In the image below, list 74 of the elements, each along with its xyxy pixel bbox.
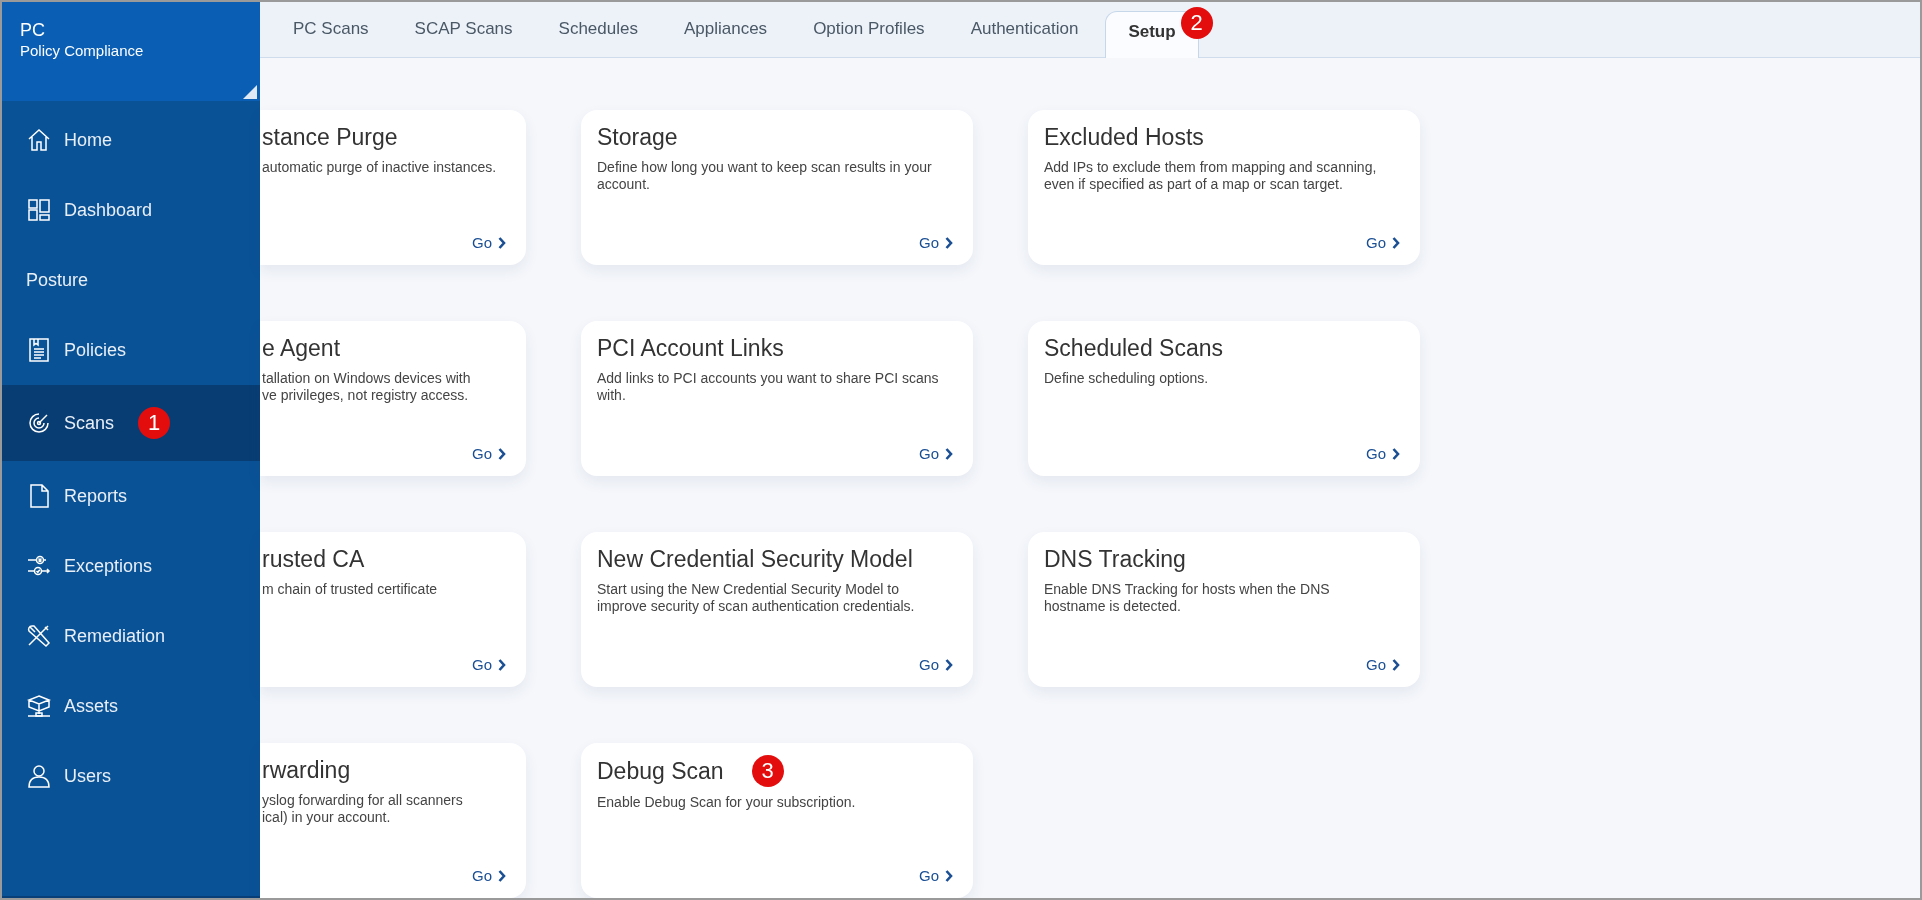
card-title: New Credential Security Model (597, 545, 913, 574)
tab[interactable]: Authentication (947, 7, 1102, 51)
card-title: DNS Tracking (1044, 545, 1186, 574)
chevron-right-icon (945, 447, 953, 460)
go-link[interactable]: Go (919, 445, 957, 462)
card-title: Debug Scan (597, 757, 724, 786)
app-name: Policy Compliance (20, 41, 145, 61)
chevron-right-icon (1392, 658, 1400, 671)
card-description: Add IPs to exclude them from mapping and scanning, even if specified as part of a map or scan target. (1044, 159, 1378, 194)
go-link[interactable]: Go (472, 867, 510, 884)
chevron-right-icon (1392, 236, 1400, 249)
go-link[interactable]: Go (919, 656, 957, 673)
go-link[interactable]: Go (1366, 656, 1404, 673)
app-code: PC (20, 19, 46, 41)
nav-item[interactable]: Scans 1 (2, 385, 260, 461)
nav-item[interactable]: Exceptions (2, 531, 260, 601)
app-header[interactable]: PC Policy Compliance (2, 2, 260, 101)
scans-icon (26, 410, 52, 436)
nav-item[interactable]: Dashboard (2, 175, 260, 245)
chevron-right-icon (498, 447, 506, 460)
chevron-right-icon (498, 658, 506, 671)
card-title: Storage (597, 123, 678, 152)
chevron-right-icon (498, 236, 506, 249)
card-description: Add links to PCI accounts you want to share PCI scans with. (597, 370, 940, 405)
card-description: tallation on Windows devices with ve privileges, not registry access. (262, 370, 472, 405)
card-description: Enable DNS Tracking for hosts when the DNS hostname is detected. (1044, 581, 1331, 616)
go-link[interactable]: Go (472, 445, 510, 462)
user-icon (26, 763, 52, 789)
number-badge: 2 (1180, 7, 1213, 39)
nav-item[interactable]: Policies (2, 315, 260, 385)
nav-item[interactable]: Assets (2, 671, 260, 741)
nav-item[interactable]: Users (2, 741, 260, 811)
card-description: yslog forwarding for all scanners ical) in your account. (262, 792, 464, 827)
home-icon (26, 127, 52, 153)
chevron-right-icon (1392, 447, 1400, 460)
card-description: Define scheduling options. (1044, 370, 1210, 388)
chevron-right-icon (945, 658, 953, 671)
tools-icon (26, 623, 52, 649)
tab[interactable]: Option Profiles (790, 7, 948, 51)
card-description: automatic purge of inactive instances. (262, 159, 498, 177)
go-link[interactable]: Go (472, 234, 510, 251)
card-description: Define how long you want to keep scan results in your account. (597, 159, 933, 194)
card-description: m chain of trusted certificate (262, 581, 439, 599)
card-title: Excluded Hosts (1044, 123, 1204, 152)
nav-item[interactable]: Posture (2, 245, 260, 315)
number-badge: 3 (751, 755, 784, 787)
dashboard-icon (26, 197, 52, 223)
tab[interactable]: SCAP Scans (391, 7, 536, 51)
tab[interactable]: PC Scans (270, 7, 392, 51)
card-title: e Agent (262, 334, 341, 363)
policy-icon (26, 337, 52, 363)
card-title: PCI Account Links (597, 334, 784, 363)
tab[interactable]: Schedules (535, 7, 661, 51)
card-title: Scheduled Scans (1044, 334, 1223, 363)
card-title: rusted CA (262, 545, 365, 574)
nav-item[interactable]: Reports (2, 461, 260, 531)
card-description: Enable Debug Scan for your subscription. (597, 794, 857, 812)
go-link[interactable]: Go (472, 656, 510, 673)
number-badge: 1 (138, 407, 171, 439)
card-description: Start using the New Credential Security Model to improve security of scan authentication credentials. (597, 581, 916, 616)
go-link[interactable]: Go (919, 234, 957, 251)
chevron-right-icon (498, 869, 506, 882)
chevron-right-icon (945, 236, 953, 249)
go-link[interactable]: Go (919, 867, 957, 884)
card-title: rwarding (262, 756, 351, 785)
assets-icon (26, 693, 52, 719)
chevron-right-icon (945, 869, 953, 882)
nav-item[interactable]: Remediation (2, 601, 260, 671)
card-title: stance Purge (262, 123, 398, 152)
corner-triangle-icon[interactable] (243, 85, 257, 99)
go-link[interactable]: Go (1366, 445, 1404, 462)
nav-item[interactable]: Home (2, 105, 260, 175)
tab[interactable]: Appliances (660, 7, 791, 51)
go-link[interactable]: Go (1366, 234, 1404, 251)
